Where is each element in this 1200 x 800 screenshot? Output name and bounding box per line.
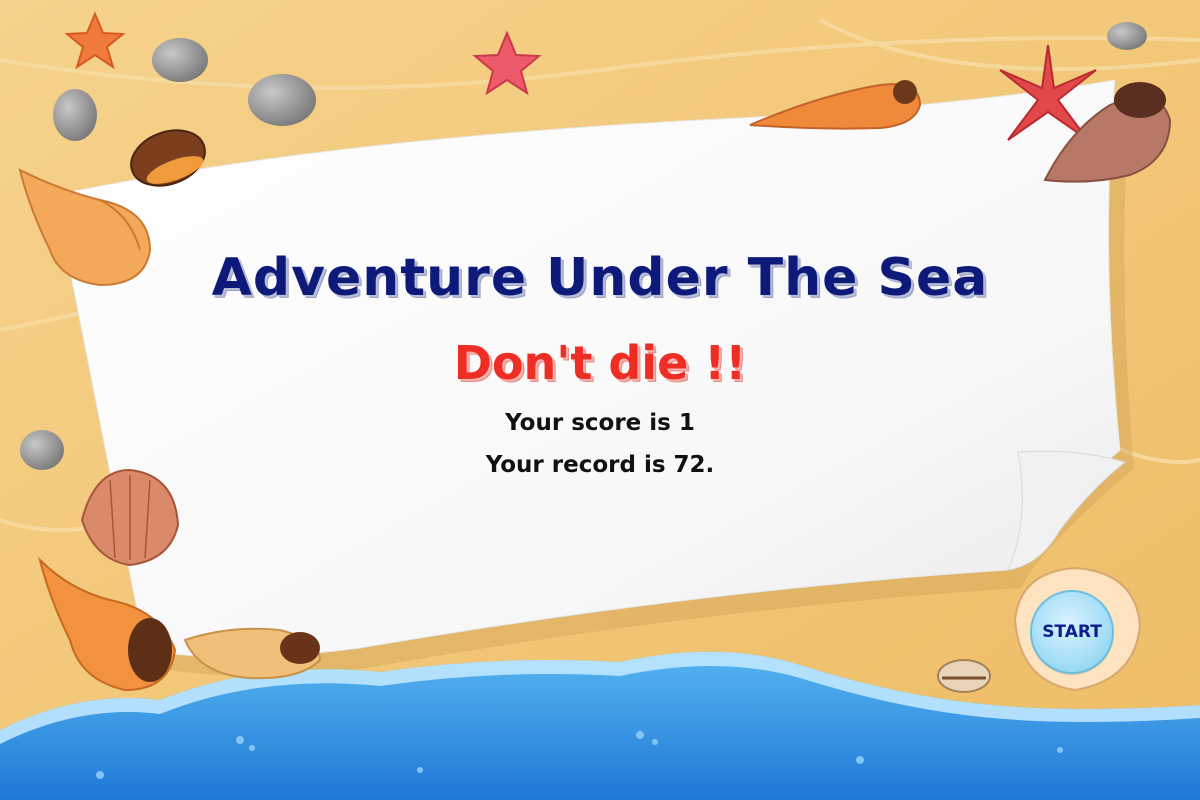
game-title: Adventure Under The Sea xyxy=(211,248,989,308)
game-scene: Adventure Under The Sea Don't die !! You… xyxy=(0,0,1200,800)
cowrie-icon xyxy=(937,659,991,693)
start-button-label: START xyxy=(1042,622,1102,642)
start-button[interactable]: START xyxy=(1030,590,1114,674)
game-subtitle: Don't die !! xyxy=(453,336,747,390)
beach-background xyxy=(0,0,1200,800)
score-text: Your score is 1 xyxy=(505,410,695,436)
record-text: Your record is 72. xyxy=(485,452,715,478)
